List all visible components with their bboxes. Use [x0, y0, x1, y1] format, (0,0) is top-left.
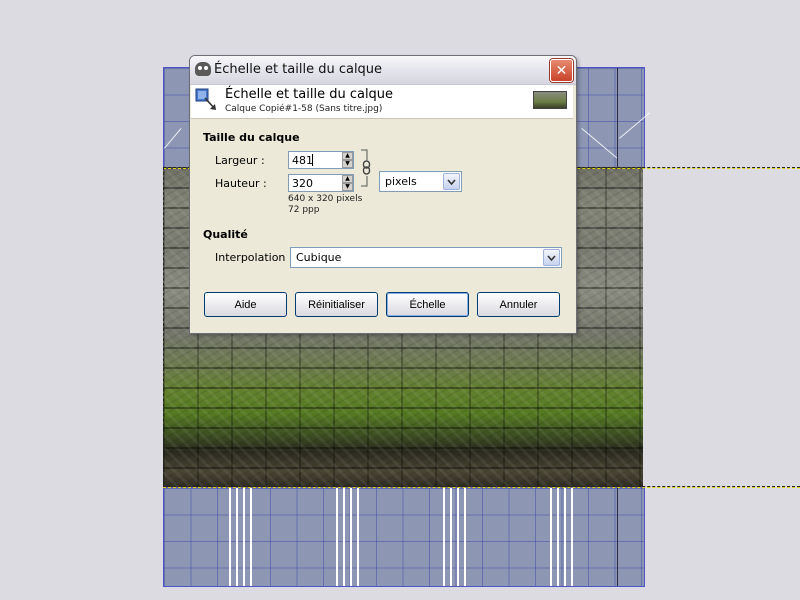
units-dropdown-button[interactable]	[443, 173, 460, 190]
resolution-info: 72 ppp	[288, 205, 320, 215]
scale-layer-icon	[195, 88, 216, 110]
dialog-header: Échelle et taille du calque Calque Copié…	[191, 85, 573, 119]
layer-boundary-bottom-yellow	[163, 487, 800, 488]
height-spin-arrows[interactable]: ▲ ▼	[342, 175, 353, 191]
quality-title: Qualité	[203, 228, 248, 241]
grid-stripe	[443, 488, 445, 586]
chevron-down-icon	[547, 254, 556, 261]
layer-size-title: Taille du calque	[203, 131, 300, 144]
reset-button[interactable]: Réinitialiser	[295, 292, 378, 317]
header-subtitle: Calque Copié#1-58 (Sans titre.jpg)	[225, 104, 383, 114]
grid-stripe	[571, 488, 573, 586]
units-select[interactable]: pixels	[379, 171, 462, 192]
window-title: Échelle et taille du calque	[214, 62, 383, 77]
grid-stripe	[243, 488, 245, 586]
guide-line	[617, 68, 618, 168]
chain-link-icon[interactable]	[360, 148, 372, 188]
gimp-icon	[195, 62, 211, 76]
grid-stripe	[564, 488, 566, 586]
grid-stripe	[457, 488, 459, 586]
grid-stripe	[236, 488, 238, 586]
help-button[interactable]: Aide	[204, 292, 287, 317]
grid-stripe	[336, 488, 338, 586]
layer-thumbnail	[533, 91, 567, 109]
interpolation-select[interactable]: Cubique	[290, 247, 562, 268]
spin-up-icon[interactable]: ▲	[342, 152, 353, 160]
units-value: pixels	[385, 175, 417, 188]
guide-line	[617, 488, 618, 586]
layer-boundary-left	[163, 167, 164, 487]
grid-stripe	[557, 488, 559, 586]
spin-up-icon[interactable]: ▲	[342, 175, 353, 183]
interpolation-label: Interpolation :	[215, 251, 293, 264]
interpolation-dropdown-button[interactable]	[543, 249, 560, 266]
width-label: Largeur :	[215, 154, 265, 167]
scale-button[interactable]: Échelle	[386, 292, 469, 317]
cancel-button[interactable]: Annuler	[477, 292, 560, 317]
size-info: 640 x 320 pixels	[288, 194, 363, 204]
text-cursor	[312, 154, 313, 166]
height-label: Hauteur :	[215, 177, 267, 190]
width-value: 481	[292, 154, 313, 167]
scale-layer-dialog: Échelle et taille du calque ✕ Échelle et…	[189, 55, 577, 334]
spin-down-icon[interactable]: ▼	[342, 183, 353, 191]
grid-stripe	[250, 488, 252, 586]
height-value: 320	[292, 177, 313, 190]
spin-down-icon[interactable]: ▼	[342, 160, 353, 168]
grid-stripe	[464, 488, 466, 586]
canvas-grid-bottom	[163, 487, 645, 587]
header-title: Échelle et taille du calque	[225, 87, 394, 102]
grid-stripe	[343, 488, 345, 586]
grid-stripe	[229, 488, 231, 586]
grid-stripe	[357, 488, 359, 586]
grid-stripe	[550, 488, 552, 586]
chevron-down-icon	[447, 178, 456, 185]
width-spin-arrows[interactable]: ▲ ▼	[342, 152, 353, 168]
width-spinbutton[interactable]: 481 ▲ ▼	[288, 151, 354, 169]
dialog-titlebar[interactable]: Échelle et taille du calque ✕	[190, 56, 576, 85]
close-icon: ✕	[555, 62, 568, 79]
grid-diagonal	[619, 112, 651, 139]
interpolation-value: Cubique	[296, 251, 342, 264]
grid-diagonal	[164, 128, 182, 149]
height-spinbutton[interactable]: 320 ▲ ▼	[288, 174, 354, 192]
grid-diagonal	[581, 128, 618, 159]
grid-stripe	[350, 488, 352, 586]
close-button[interactable]: ✕	[550, 59, 573, 82]
grid-stripe	[450, 488, 452, 586]
